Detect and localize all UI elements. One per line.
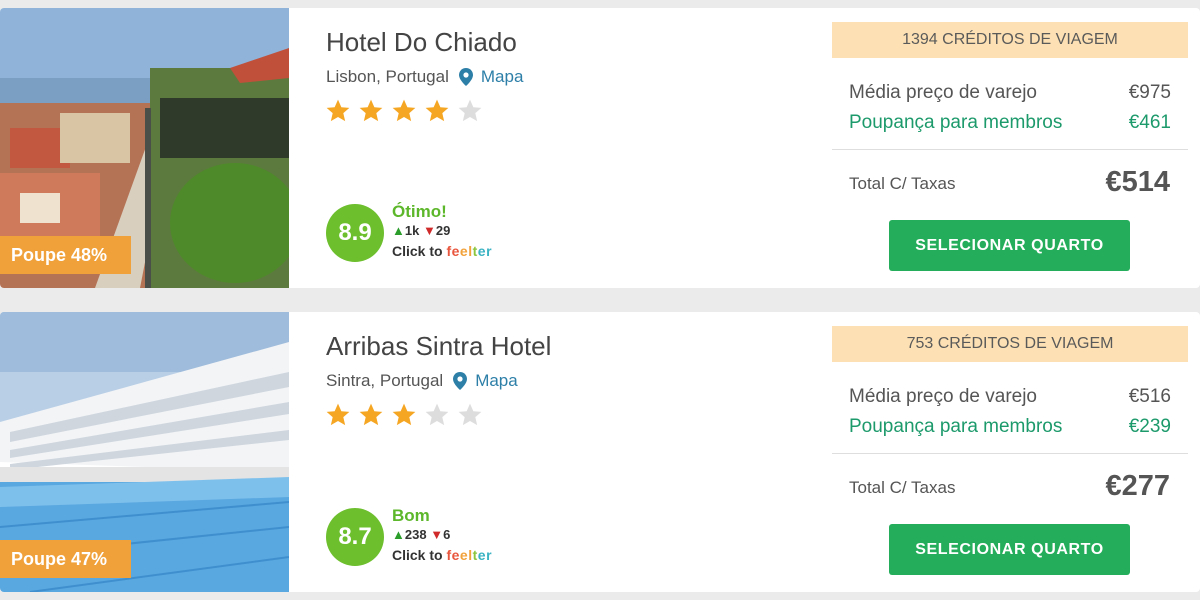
location-row: Sintra, Portugal Mapa <box>326 371 518 391</box>
member-savings-row: Poupança para membros €461 <box>849 112 1171 134</box>
travel-credits-banner: 1394 CRÉDITOS DE VIAGEM <box>832 22 1188 58</box>
click-to-label: Click to <box>392 243 443 259</box>
star-rating <box>325 98 483 124</box>
click-to-label: Click to <box>392 547 443 563</box>
star-empty-icon <box>425 403 449 426</box>
hotel-photo[interactable]: Poupe 48% <box>0 8 289 288</box>
votes-up: 1k <box>404 223 420 238</box>
arrow-down-icon: ▼ <box>422 223 436 238</box>
select-room-button[interactable]: SELECIONAR QUARTO <box>889 220 1130 271</box>
feelter-link[interactable]: Click to feelter <box>392 243 492 259</box>
star-filled-icon <box>326 403 350 426</box>
feelter-logo: feelter <box>446 243 493 259</box>
review-word: Ótimo! <box>392 202 447 221</box>
location-text: Sintra, Portugal <box>326 371 444 390</box>
retail-label: Média preço de varejo <box>849 386 1037 407</box>
hotel-photo[interactable]: Poupe 47% <box>0 312 289 592</box>
retail-price-row: Média preço de varejo €975 <box>849 82 1171 104</box>
location-text: Lisbon, Portugal <box>326 67 449 86</box>
hotel-card[interactable]: Poupe 48% Hotel Do Chiado Lisbon, Portug… <box>0 8 1200 288</box>
member-savings-row: Poupança para membros €239 <box>849 416 1171 438</box>
retail-label: Média preço de varejo <box>849 82 1037 103</box>
review-votes: ▲1k ▼29 <box>392 223 450 238</box>
votes-down: 29 <box>435 223 451 238</box>
select-room-button[interactable]: SELECIONAR QUARTO <box>889 524 1130 575</box>
votes-down: 6 <box>443 527 451 542</box>
arrow-up-icon: ▲ <box>392 527 405 542</box>
savings-value: €461 <box>1128 112 1171 133</box>
feelter-logo: feelter <box>446 547 493 563</box>
total-price: €277 <box>1105 470 1170 502</box>
divider <box>832 453 1188 454</box>
divider <box>832 149 1188 150</box>
review-votes: ▲238 ▼6 <box>392 527 450 542</box>
map-pin-icon <box>453 372 468 390</box>
hotel-name[interactable]: Arribas Sintra Hotel <box>326 331 551 362</box>
hotel-card[interactable]: Poupe 47% Arribas Sintra Hotel Sintra, P… <box>0 312 1200 592</box>
total-label: Total C/ Taxas <box>849 174 956 193</box>
star-empty-icon <box>458 403 482 426</box>
star-filled-icon <box>326 99 350 122</box>
star-empty-icon <box>458 99 482 122</box>
retail-value: €516 <box>1128 386 1171 407</box>
votes-up: 238 <box>404 527 427 542</box>
star-filled-icon <box>359 99 383 122</box>
arrow-up-icon: ▲ <box>392 223 405 238</box>
savings-value: €239 <box>1128 416 1171 437</box>
discount-badge: Poupe 47% <box>0 540 131 578</box>
arrow-down-icon: ▼ <box>430 527 444 542</box>
total-label: Total C/ Taxas <box>849 478 956 497</box>
star-rating <box>325 402 483 428</box>
review-word: Bom <box>392 506 430 525</box>
map-link[interactable]: Mapa <box>481 67 524 87</box>
star-filled-icon <box>359 403 383 426</box>
star-filled-icon <box>425 99 449 122</box>
star-filled-icon <box>392 99 416 122</box>
retail-price-row: Média preço de varejo €516 <box>849 386 1171 408</box>
travel-credits-banner: 753 CRÉDITOS DE VIAGEM <box>832 326 1188 362</box>
review-score[interactable]: 8.9 <box>326 204 384 262</box>
location-row: Lisbon, Portugal Mapa <box>326 67 523 87</box>
star-filled-icon <box>392 403 416 426</box>
retail-value: €975 <box>1128 82 1171 103</box>
total-price: €514 <box>1105 166 1170 198</box>
discount-badge: Poupe 48% <box>0 236 131 274</box>
map-pin-icon <box>458 68 473 86</box>
hotel-name[interactable]: Hotel Do Chiado <box>326 27 517 58</box>
map-link[interactable]: Mapa <box>475 371 518 391</box>
savings-label: Poupança para membros <box>849 416 1063 437</box>
feelter-link[interactable]: Click to feelter <box>392 547 492 563</box>
review-score[interactable]: 8.7 <box>326 508 384 566</box>
savings-label: Poupança para membros <box>849 112 1063 133</box>
